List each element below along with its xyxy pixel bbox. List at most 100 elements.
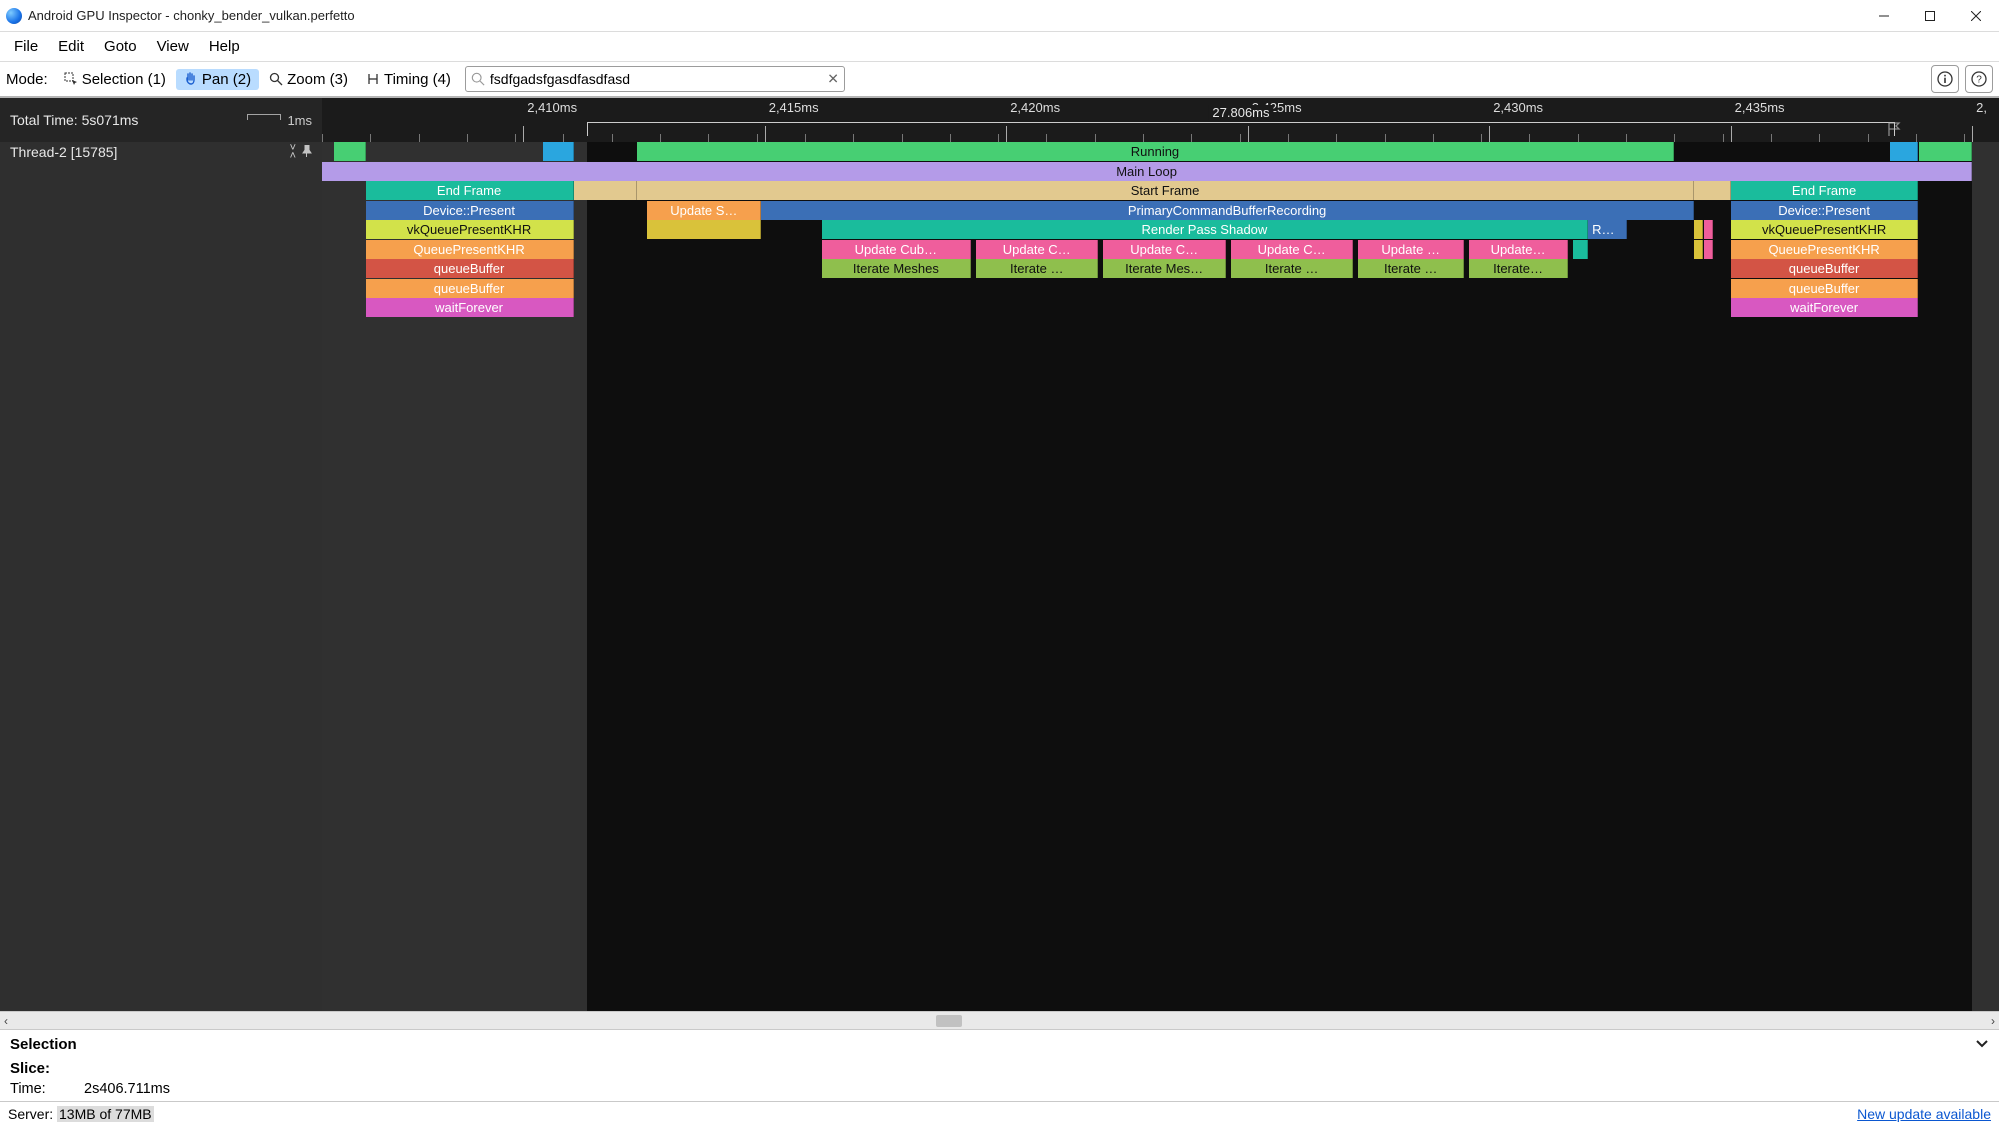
maximize-icon bbox=[1925, 11, 1935, 21]
ruler-minor-tick bbox=[1964, 134, 1965, 142]
ruler-ticks[interactable]: 2,410ms2,415ms2,420ms2,425ms2,430ms2,435… bbox=[322, 98, 1999, 142]
search-input[interactable] bbox=[465, 66, 845, 92]
trace-slice[interactable]: Re… bbox=[1588, 220, 1627, 239]
help-button[interactable]: ? bbox=[1965, 65, 1993, 93]
trace-slice[interactable]: End Frame bbox=[1731, 181, 1919, 200]
trace-slice[interactable]: Update C… bbox=[1231, 240, 1353, 259]
trace-slice[interactable]: queueBuffer bbox=[366, 259, 574, 278]
close-icon bbox=[1971, 11, 1981, 21]
mode-zoom[interactable]: Zoom (3) bbox=[261, 69, 356, 90]
trace-slice[interactable]: vkQueuePresentKHR bbox=[366, 220, 574, 239]
tracks-canvas[interactable]: RunningMain LoopEnd Frame Start Frame End … bbox=[322, 142, 1999, 1011]
slice-label: Slice: bbox=[10, 1060, 1989, 1077]
trace-slice[interactable]: Running bbox=[637, 142, 1673, 161]
titlebar: Android GPU Inspector - chonky_bender_vu… bbox=[0, 0, 1999, 32]
trace-slice[interactable]: Update C… bbox=[976, 240, 1098, 259]
trace-slice[interactable]: Iterate … bbox=[1358, 259, 1464, 278]
time-label: Time: bbox=[10, 1081, 56, 1097]
trace-slice[interactable] bbox=[1694, 181, 1731, 200]
trace-slice[interactable]: Update… bbox=[1469, 240, 1568, 259]
trace-slice[interactable]: waitForever bbox=[366, 298, 574, 317]
trace-slice[interactable] bbox=[1919, 142, 1973, 161]
update-link[interactable]: New update available bbox=[1857, 1106, 1991, 1122]
ruler-minor-tick bbox=[370, 134, 371, 142]
trace-slice[interactable]: Update Cub… bbox=[822, 240, 971, 259]
trace-slice[interactable]: waitForever bbox=[1731, 298, 1919, 317]
trace-slice[interactable]: Device::Present bbox=[1731, 201, 1919, 220]
trace-slice[interactable]: QueuePresentKHR bbox=[366, 240, 574, 259]
close-button[interactable] bbox=[1953, 0, 1999, 32]
trace-slice[interactable]: QueuePresentKHR bbox=[1731, 240, 1919, 259]
mode-pan[interactable]: Pan (2) bbox=[176, 69, 259, 90]
trace-slice[interactable]: Start Frame bbox=[637, 181, 1694, 200]
menu-goto[interactable]: Goto bbox=[94, 34, 147, 59]
trace-slice[interactable] bbox=[543, 142, 573, 161]
menu-help[interactable]: Help bbox=[199, 34, 250, 59]
trace-slice[interactable] bbox=[647, 220, 761, 239]
search-box: ✕ bbox=[465, 66, 845, 92]
trace-slice[interactable]: PrimaryCommandBufferRecording bbox=[761, 201, 1693, 220]
time-span-label: 27.806ms bbox=[1208, 105, 1273, 120]
trace-slice[interactable]: Iterate Mes… bbox=[1103, 259, 1225, 278]
mode-timing[interactable]: Timing (4) bbox=[358, 69, 459, 90]
trace-slice[interactable]: queueBuffer bbox=[1731, 259, 1919, 278]
flag-icon[interactable] bbox=[1886, 120, 1904, 138]
trace-slice[interactable] bbox=[1704, 220, 1713, 239]
trace-slice[interactable]: Iterate … bbox=[1231, 259, 1353, 278]
timing-icon bbox=[366, 72, 380, 86]
trace-slice[interactable]: Main Loop bbox=[322, 162, 1972, 181]
scroll-left-icon[interactable]: ‹ bbox=[4, 1014, 8, 1028]
trace-slice[interactable] bbox=[1694, 220, 1703, 239]
ruler-minor-tick bbox=[563, 134, 564, 142]
menubar: FileEditGotoViewHelp bbox=[0, 32, 1999, 62]
thread-controls: ˅˄ bbox=[290, 144, 312, 160]
clear-search-icon[interactable]: ✕ bbox=[827, 71, 839, 88]
trace-slice[interactable]: Iterate Meshes bbox=[822, 259, 971, 278]
mode-selection[interactable]: Selection (1) bbox=[56, 69, 174, 90]
menu-edit[interactable]: Edit bbox=[48, 34, 94, 59]
trace-slice[interactable] bbox=[1694, 240, 1703, 259]
trace-slice[interactable] bbox=[1704, 240, 1713, 259]
trace-slice[interactable]: Render Pass Shadow bbox=[822, 220, 1588, 239]
pin-icon[interactable] bbox=[302, 144, 312, 160]
trace-slice[interactable]: Update S… bbox=[647, 201, 761, 220]
trace-slice[interactable]: End Frame bbox=[366, 181, 574, 200]
trace-slice[interactable] bbox=[1890, 142, 1919, 161]
ruler-minor-tick bbox=[467, 134, 468, 142]
thread-header[interactable]: Thread-2 [15785] ˅˄ bbox=[0, 142, 322, 162]
horizontal-scrollbar[interactable]: ‹ › bbox=[0, 1011, 1999, 1029]
statusbar: Server: 13MB of 77MB New update availabl… bbox=[0, 1101, 1999, 1125]
menu-file[interactable]: File bbox=[4, 34, 48, 59]
minimize-button[interactable] bbox=[1861, 0, 1907, 32]
scrollbar-thumb[interactable] bbox=[936, 1015, 962, 1027]
trace-slice[interactable] bbox=[334, 142, 366, 161]
info-button[interactable] bbox=[1931, 65, 1959, 93]
maximize-button[interactable] bbox=[1907, 0, 1953, 32]
trace-slice[interactable]: queueBuffer bbox=[1731, 279, 1919, 298]
ruler: Total Time: 5s071ms 1ms 2,410ms2,415ms2,… bbox=[0, 98, 1999, 142]
ruler-minor-tick bbox=[1916, 134, 1917, 142]
info-icon bbox=[1937, 71, 1953, 87]
trace-slice[interactable]: Update … bbox=[1358, 240, 1464, 259]
scale-value: 1ms bbox=[287, 113, 312, 128]
trace-slice[interactable]: Update C… bbox=[1103, 240, 1225, 259]
toolbar: Mode: Selection (1)Pan (2)Zoom (3)Timing… bbox=[0, 62, 1999, 98]
scroll-right-icon[interactable]: › bbox=[1991, 1014, 1995, 1028]
timeline[interactable]: Total Time: 5s071ms 1ms 2,410ms2,415ms2,… bbox=[0, 98, 1999, 1011]
trace-slice[interactable]: Iterate … bbox=[976, 259, 1098, 278]
time-value: 2s406.711ms bbox=[84, 1081, 170, 1097]
trace-slice[interactable] bbox=[1573, 240, 1588, 259]
trace-slice[interactable] bbox=[574, 181, 638, 200]
time-span-bracket: 27.806ms bbox=[587, 122, 1895, 136]
trace-slice[interactable]: queueBuffer bbox=[366, 279, 574, 298]
collapse-panel-icon[interactable] bbox=[1975, 1036, 1989, 1054]
trace-slice[interactable]: Device::Present bbox=[366, 201, 574, 220]
minimize-icon bbox=[1879, 11, 1889, 21]
menu-view[interactable]: View bbox=[147, 34, 199, 59]
help-icon: ? bbox=[1971, 71, 1987, 87]
collapse-icon[interactable]: ˅˄ bbox=[290, 144, 296, 160]
mode-buttons: Selection (1)Pan (2)Zoom (3)Timing (4) bbox=[56, 69, 459, 90]
pan-icon bbox=[184, 72, 198, 86]
trace-slice[interactable]: vkQueuePresentKHR bbox=[1731, 220, 1919, 239]
trace-slice[interactable]: Iterate… bbox=[1469, 259, 1568, 278]
